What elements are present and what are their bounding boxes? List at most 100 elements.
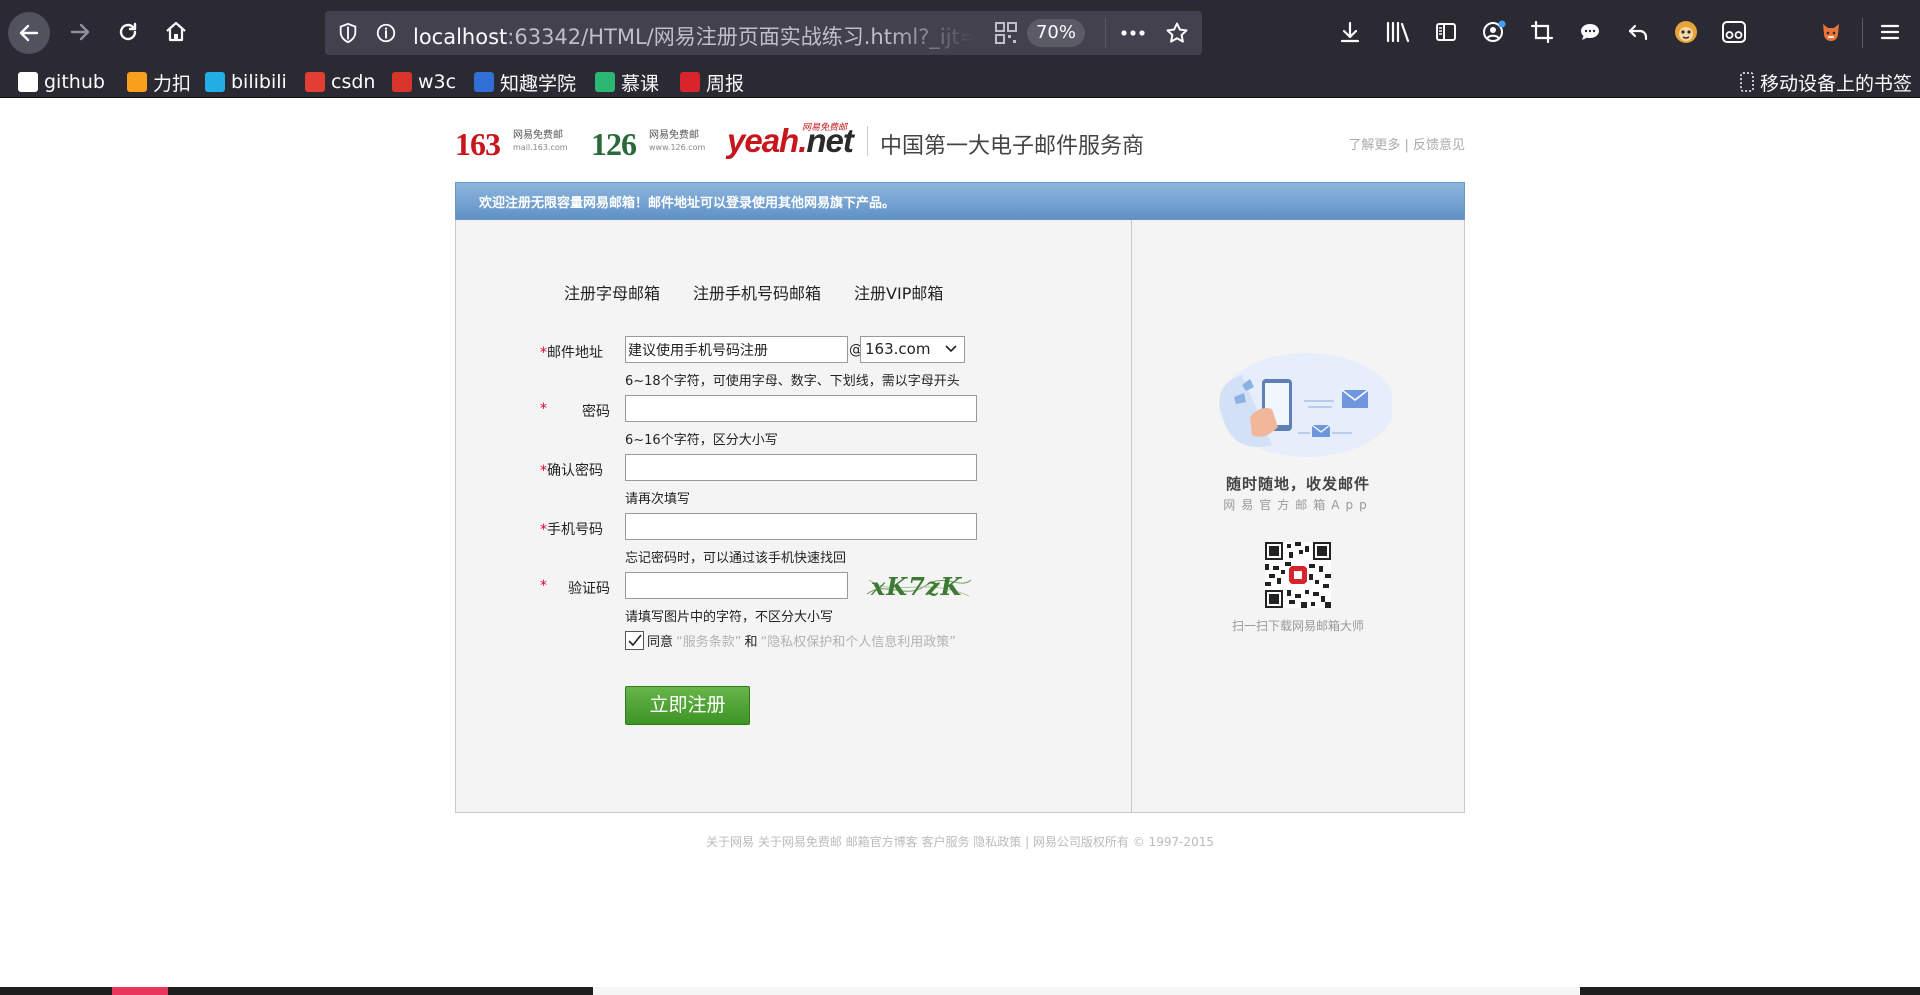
github-icon [18,72,38,92]
tampermonkey-button[interactable] [1666,12,1706,52]
mobile-bookmarks-label: 移动设备上的书签 [1760,72,1913,95]
captcha-input[interactable] [625,572,848,599]
mooc-icon [595,72,615,92]
reload-icon [119,22,137,41]
password-input[interactable] [625,395,977,422]
bookmark-bilibili[interactable]: bilibili [205,66,287,98]
app-menu-button[interactable] [1870,12,1910,52]
logo-126-caption: 网易免费邮 www.126.com [649,130,705,154]
more-actions-icon[interactable] [1120,22,1146,44]
w3c-icon [392,72,412,92]
page-header: 163 网易免费邮 mail.163.com 126 网易免费邮 www.126.c… [455,120,1465,166]
tab-mobile-email[interactable]: 注册手机号码邮箱 [693,280,821,304]
screenshot-button[interactable] [1522,12,1562,52]
bookmark-label: 知趣学院 [500,72,577,95]
web-page: 163 网易免费邮 mail.163.com 126 网易免费邮 www.126.c… [0,98,1920,987]
bookmark-知趣学院[interactable]: 知趣学院 [474,66,576,98]
downloads-button[interactable] [1330,12,1370,52]
reload-button[interactable] [108,12,148,52]
bookmark-csdn[interactable]: csdn [305,66,375,98]
privacy-link[interactable]: “隐私权保护和个人信息利用政策” [761,631,956,650]
forward-button[interactable] [60,12,100,52]
captcha-image[interactable]: xK7zK [865,570,973,604]
captcha-label-text: 验证码 [568,581,610,597]
confirm-password-input[interactable] [625,454,977,481]
phone-hint: 忘记密码时，可以通过该手机快速找回 [625,551,847,566]
taskbar-window [593,987,1580,995]
library-button[interactable] [1378,12,1418,52]
required-star: * [540,578,547,594]
tab-vip-email[interactable]: 注册VIP邮箱 [854,280,943,304]
checkmark-icon [628,634,642,647]
register-button[interactable]: 立即注册 [625,686,750,725]
password-label: * 密码 [540,401,610,421]
terms-link[interactable]: “服务条款” [676,631,741,650]
reader-glasses-button[interactable] [1714,12,1754,52]
phone-mail-illustration [1219,353,1392,457]
url-fade [885,11,975,55]
logo-163[interactable]: 163 网易免费邮 mail.163.com [455,126,568,163]
shield-icon [339,22,357,44]
home-icon [166,21,186,42]
chevron-down-icon [945,345,957,353]
app-promo-subtitle: 网易官方邮箱App [1223,498,1373,512]
required-star: * [540,522,547,538]
home-button[interactable] [156,12,196,52]
feedback-link[interactable]: 反馈意见 [1413,138,1465,153]
mobile-bookmarks[interactable]: 移动设备上的书签 [1740,66,1912,98]
logo-yeah-tag: 网易免费邮 [802,123,848,133]
logo-yeah-text: yeah. [727,122,807,159]
domain-select[interactable]: 163.com [860,336,965,363]
info-icon [376,23,396,43]
logo-yeah[interactable]: yeah.net 网易免费邮 [727,122,854,160]
url-bar[interactable]: localhost:63342/HTML/网易注册页面实战练习.html?_ij… [325,11,1202,55]
bookmark-慕课[interactable]: 慕课 [595,66,659,98]
glasses-icon [1722,21,1746,43]
csdn-icon [305,72,325,92]
tab-letter-email[interactable]: 注册字母邮箱 [564,280,660,304]
confirm-password-label-text: 确认密码 [547,463,603,479]
bookmark-力扣[interactable]: 力扣 [127,66,191,98]
logo-126-domain: www.126.com [649,143,706,152]
chat-button[interactable] [1570,12,1610,52]
phone-label: *手机号码 [540,519,603,539]
email-hint: 6~18个字符，可使用字母、数字、下划线，需以字母开头 [625,374,960,389]
agree-and: 和 [744,635,758,650]
extension-button[interactable] [1811,12,1851,52]
qr-code-icon[interactable] [995,22,1017,44]
bookmark-w3c[interactable]: w3c [392,66,456,98]
bookmark-label: 周报 [706,72,745,95]
back-button[interactable] [8,12,50,54]
undo-icon [1628,24,1648,41]
netease-icon [680,72,700,92]
bilibili-icon [205,72,225,92]
app-promo-title: 随时随地，收发邮件 [1225,475,1370,493]
confirm-password-label: *确认密码 [540,460,603,480]
email-input[interactable]: 建议使用手机号码注册 [625,336,848,363]
account-button[interactable] [1474,12,1514,52]
logo-163-domain: mail.163.com [513,143,568,152]
undo-close-button[interactable] [1618,12,1658,52]
zoom-level-badge[interactable]: 70% [1027,19,1085,47]
url-host: localhost [413,25,508,49]
learn-more-link[interactable]: 了解更多 [1348,138,1400,153]
taskbar-active-app [112,987,168,995]
fox-face-icon [1823,24,1839,41]
welcome-banner-text: 欢迎注册无限容量网易邮箱！邮件地址可以登录使用其他网易旗下产品。 [479,196,896,211]
qr-code-image[interactable] [1265,542,1331,608]
bookmark-周报[interactable]: 周报 [680,66,744,98]
required-star: * [540,463,547,479]
bookmark-github[interactable]: github [18,66,105,98]
bookmark-star-icon[interactable] [1165,21,1189,45]
email-label-text: 邮件地址 [547,345,603,361]
agreement-row: 同意 “服务条款” 和 “隐私权保护和个人信息利用政策” [625,631,956,650]
bookmark-label: bilibili [231,71,287,93]
leetcode-icon [127,72,147,92]
agree-checkbox[interactable] [625,631,644,650]
sidebar-button[interactable] [1426,12,1466,52]
phone-input[interactable] [625,513,977,540]
captcha-label: * 验证码 [540,578,610,598]
phone-label-text: 手机号码 [547,522,603,538]
arrow-left-icon [19,24,39,42]
logo-126[interactable]: 126 网易免费邮 www.126.com [591,126,705,163]
